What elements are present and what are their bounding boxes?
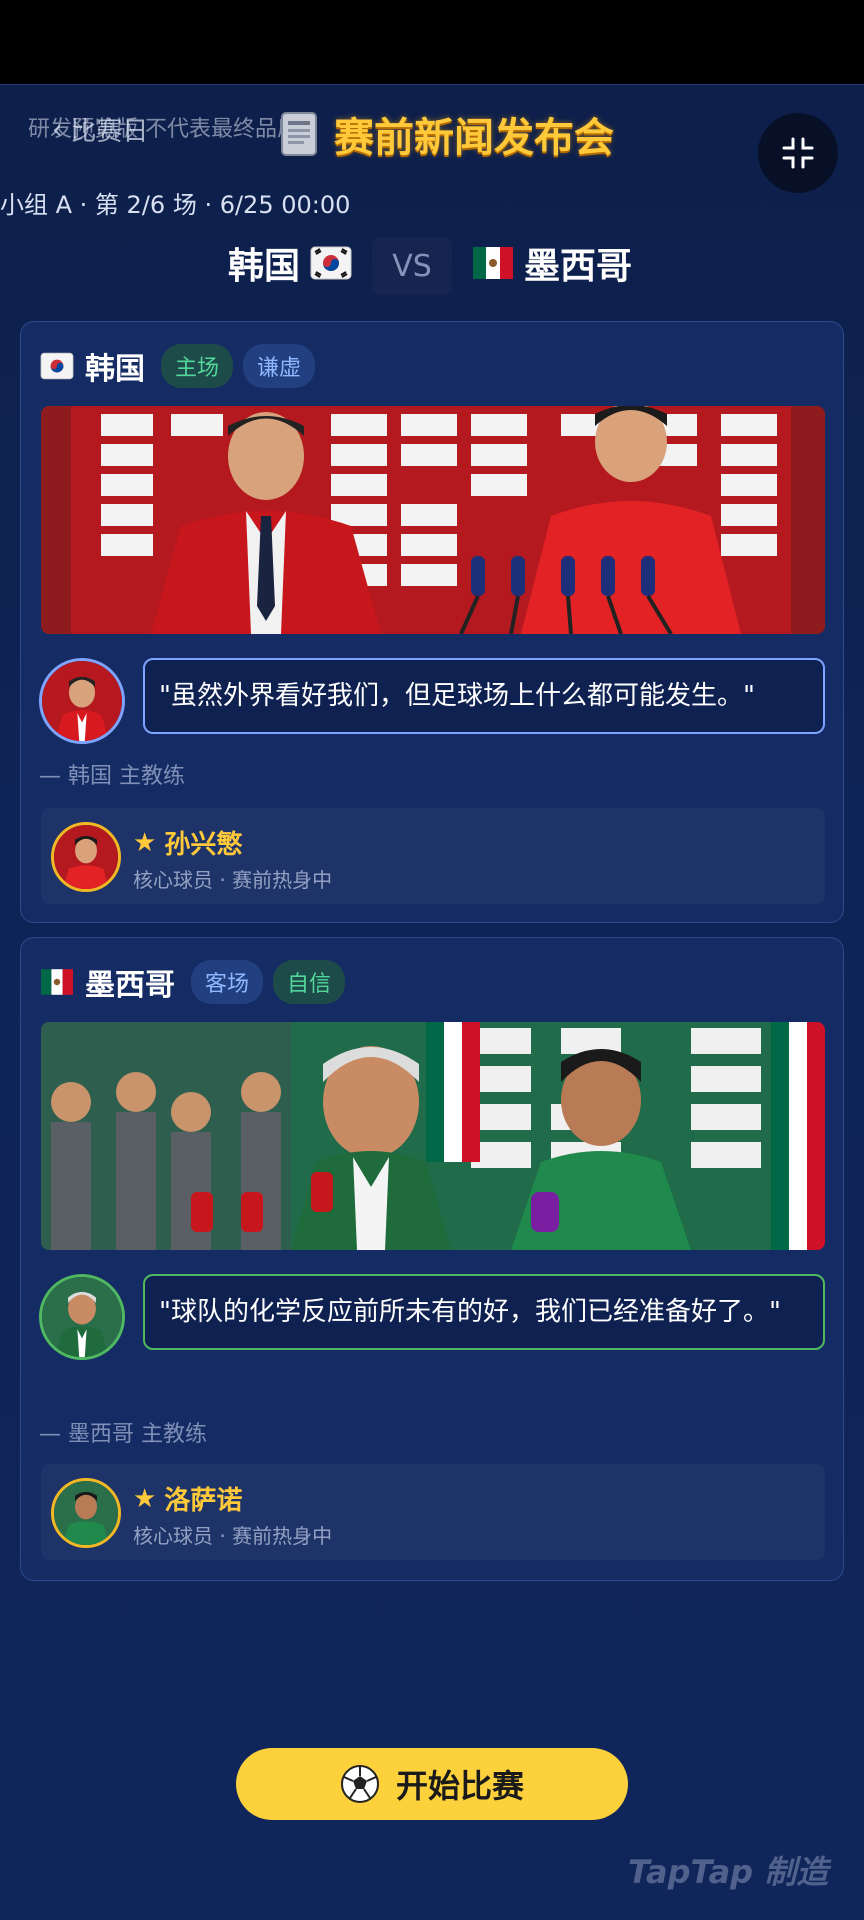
press-conference-image-mexico	[41, 1022, 825, 1250]
home-team: 韩国	[228, 237, 352, 289]
coach-avatar-mexico	[39, 1274, 125, 1360]
player-name: 孙兴慜	[164, 830, 243, 860]
tag-mood: 自信	[273, 960, 346, 1004]
team-card-korea: 韩国 主场 谦虚 "虽然外界看好我们，但足球场上什么都可能发生。" — 韩国 主…	[20, 321, 844, 923]
player-avatar	[51, 1478, 121, 1548]
korea-flag-icon	[310, 246, 352, 280]
back-label: 比赛日	[70, 117, 149, 147]
mexico-flag-icon	[473, 247, 513, 279]
key-player-card[interactable]: ★ 洛萨诺 核心球员 · 赛前热身中	[41, 1464, 825, 1560]
tag-away: 客场	[191, 960, 264, 1004]
start-match-button[interactable]: 开始比赛	[236, 1748, 628, 1820]
quote-attribution: — 韩国 主教练	[39, 764, 185, 789]
coach-quote: "虽然外界看好我们，但足球场上什么都可能发生。"	[143, 658, 825, 734]
collapse-button[interactable]	[758, 113, 838, 193]
key-player-card[interactable]: ★ 孙兴慜 核心球员 · 赛前热身中	[41, 808, 825, 904]
card-header: 墨西哥 客场 自信	[39, 960, 346, 1004]
soccer-ball-icon	[340, 1765, 379, 1803]
coach-avatar-korea	[39, 658, 125, 744]
page-title: 赛前新闻发布会	[334, 115, 614, 161]
home-team-name: 韩国	[227, 246, 300, 287]
card-team-name: 韩国	[85, 352, 145, 387]
quote-attribution: — 墨西哥 主教练	[39, 1422, 207, 1447]
coach-quote: "球队的化学反应前所未有的好，我们已经准备好了。"	[143, 1274, 825, 1350]
match-meta: 小组 A · 第 2/6 场 · 6/25 00:00	[0, 191, 351, 219]
team-card-mexico: 墨西哥 客场 自信 "球队的化学反应前所未有的好，我们已经准备好了。" — 墨西…	[20, 937, 844, 1581]
back-button[interactable]: ‹ 比赛日	[52, 111, 148, 148]
chevron-left-icon: ‹	[52, 114, 63, 145]
player-name-row: ★ 孙兴慜	[133, 824, 242, 861]
mexico-flag-icon	[41, 969, 73, 995]
star-icon: ★	[133, 1483, 157, 1514]
tag-home: 主场	[161, 344, 234, 388]
vs-badge: VS	[372, 237, 452, 295]
card-header: 韩国 主场 谦虚	[39, 344, 316, 388]
player-status: 核心球员 · 赛前热身中	[133, 868, 333, 892]
player-status: 核心球员 · 赛前热身中	[133, 1524, 333, 1548]
press-conference-screen: 研发预览版 不代表最终品质 ‹ 比赛日 赛前新闻发布会 小组 A · 第 2/6…	[0, 84, 864, 1920]
taptap-branding: TapTap 制造	[628, 1853, 829, 1891]
document-icon	[281, 112, 317, 156]
press-conference-image-korea	[41, 406, 825, 634]
korea-flag-icon	[40, 352, 74, 380]
card-team-name: 墨西哥	[85, 968, 175, 1003]
star-icon: ★	[133, 827, 157, 858]
away-team: 墨西哥	[472, 237, 632, 289]
player-name: 洛萨诺	[164, 1486, 243, 1516]
tag-mood: 谦虚	[243, 344, 316, 388]
start-match-label: 开始比赛	[395, 1767, 524, 1805]
matchup-row: 韩国 VS 墨西哥	[0, 237, 864, 297]
status-bar	[0, 0, 864, 84]
away-team-name: 墨西哥	[524, 246, 633, 287]
player-avatar	[51, 822, 121, 892]
page-title-group: 赛前新闻发布会	[276, 105, 614, 163]
collapse-icon	[782, 137, 814, 169]
player-name-row: ★ 洛萨诺	[133, 1480, 242, 1517]
